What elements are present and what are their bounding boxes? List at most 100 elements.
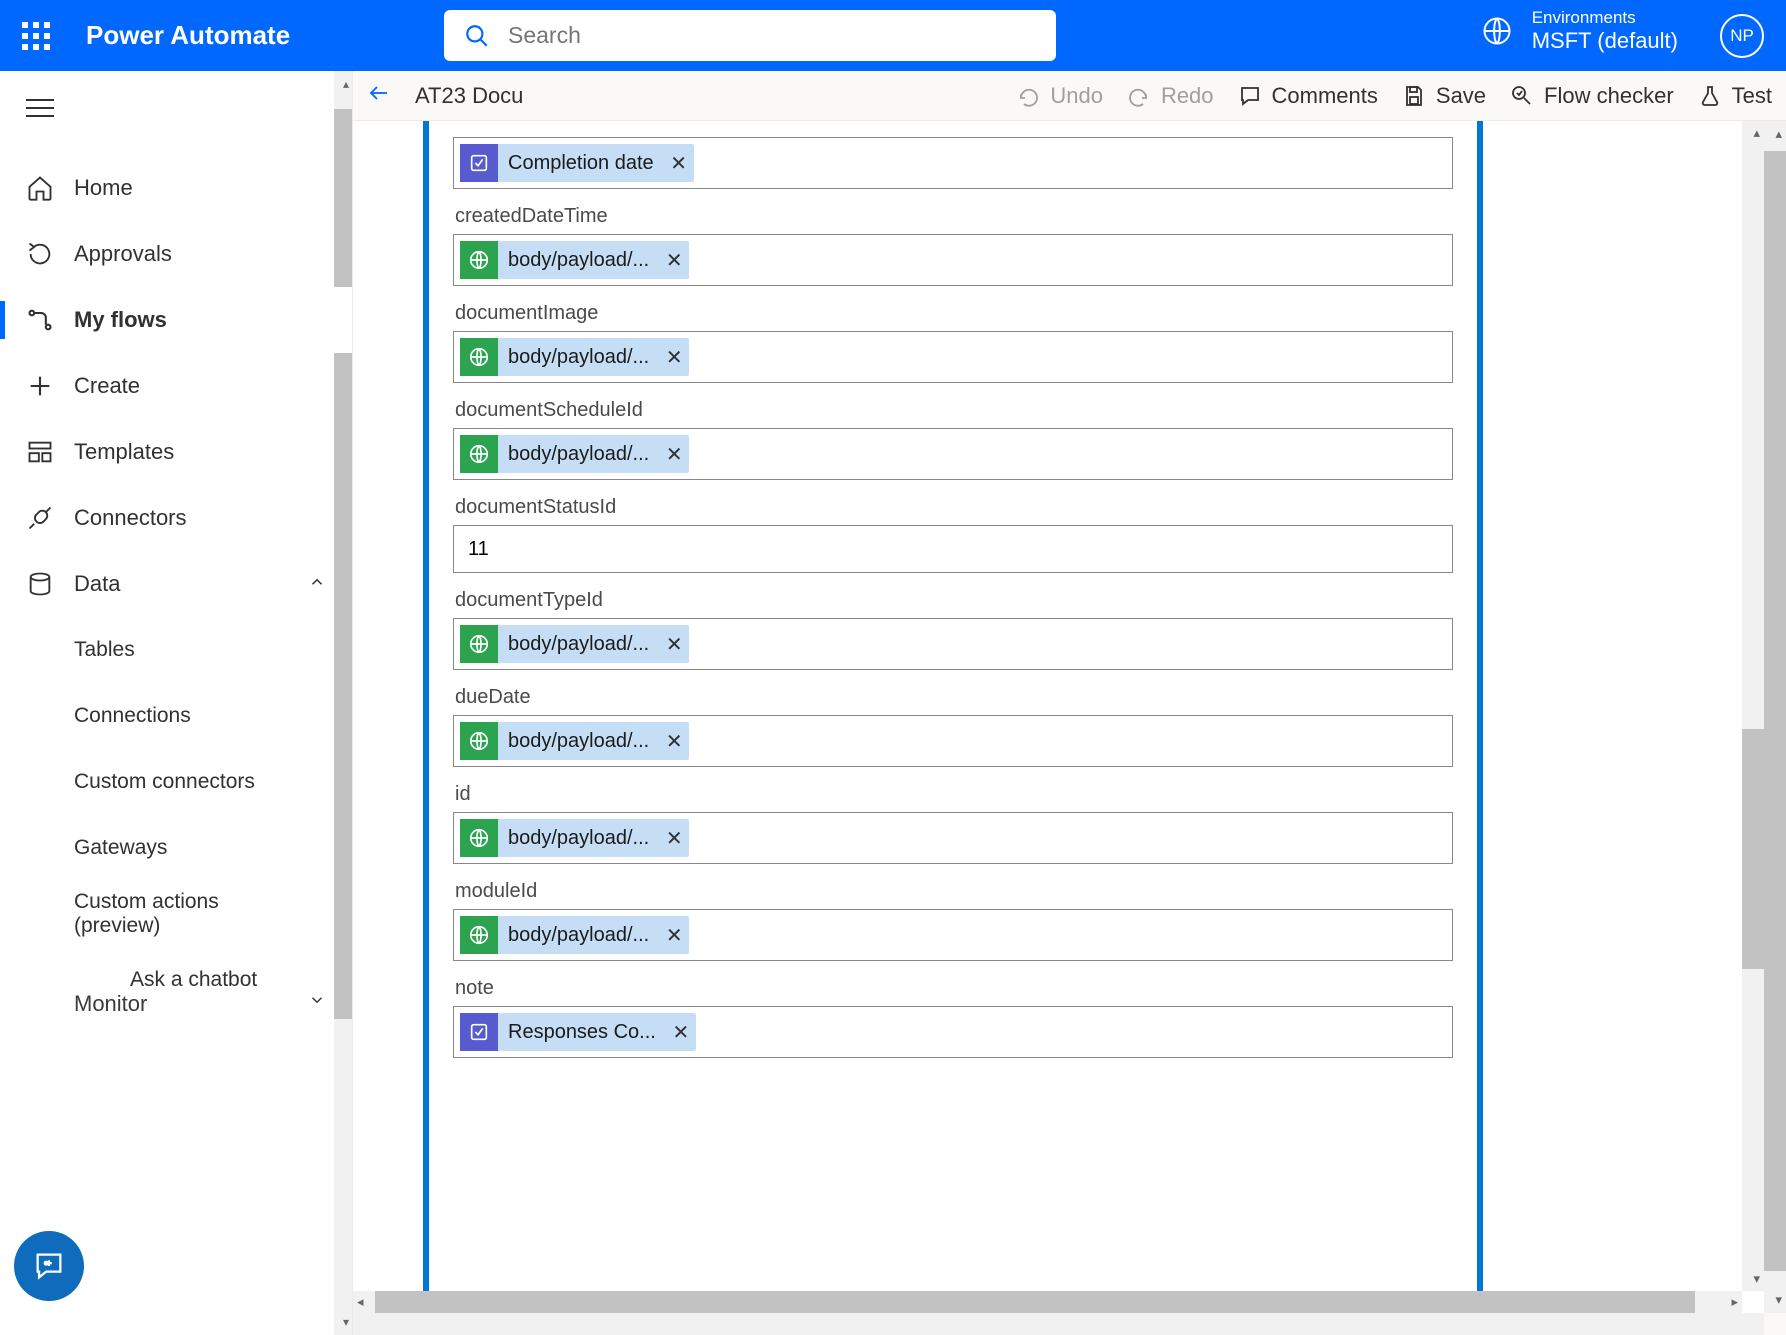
field-label: dueDate <box>455 686 1453 709</box>
token-text: Responses Co... <box>508 1021 656 1044</box>
dynamic-content-token[interactable]: Responses Co... ✕ <box>460 1013 696 1051</box>
database-icon <box>26 570 54 598</box>
remove-token-button[interactable]: ✕ <box>670 1020 692 1045</box>
brand-title[interactable]: Power Automate <box>86 20 290 51</box>
action-card: Completion date ✕ createdDateTime body/payl… <box>423 121 1483 1291</box>
test-button[interactable]: Test <box>1698 83 1772 109</box>
inner-h-scroll-thumb[interactable] <box>375 1291 1695 1313</box>
token-text: body/payload/... <box>508 443 649 466</box>
nav-subitem-custom-connectors[interactable]: Custom connectors <box>0 749 352 815</box>
token-text: body/payload/... <box>508 249 649 272</box>
scroll-down-arrow[interactable]: ▾ <box>1753 1271 1760 1287</box>
field-input[interactable]: body/payload/... ✕ <box>453 428 1453 480</box>
nav-subitem-gateways[interactable]: Gateways <box>0 815 352 881</box>
inner-v-scroll-track[interactable] <box>1742 121 1764 1291</box>
field-input[interactable]: body/payload/...✕ <box>453 618 1453 670</box>
field-label: documentStatusId <box>455 496 1453 519</box>
nav-label: Templates <box>74 439 174 465</box>
field-input[interactable]: body/payload/... ✕ <box>453 234 1453 286</box>
search-box[interactable] <box>444 10 1056 61</box>
back-button[interactable] <box>367 81 401 111</box>
nav-scrollbar-thumb[interactable] <box>334 109 352 1019</box>
outer-v-scroll-thumb[interactable] <box>1764 151 1786 1271</box>
field-input[interactable]: body/payload/...✕ <box>453 909 1453 961</box>
field-input[interactable]: body/payload/... ✕ <box>453 331 1453 383</box>
designer-canvas[interactable]: ▴ ▾ ◂ ▸ Completion date ✕ createdDateTime b… <box>353 121 1764 1313</box>
flows-icon <box>26 306 54 334</box>
http-icon <box>460 241 498 279</box>
dynamic-content-token[interactable]: body/payload/... ✕ <box>460 241 689 279</box>
remove-token-button[interactable]: ✕ <box>663 923 685 948</box>
token-text: body/payload/... <box>508 827 649 850</box>
remove-token-button[interactable]: ✕ <box>663 248 685 273</box>
flow-checker-button[interactable]: Flow checker <box>1510 83 1674 109</box>
undo-button[interactable]: Undo <box>1016 83 1103 109</box>
plus-icon <box>26 372 54 400</box>
dynamic-content-token[interactable]: body/payload/... ✕ <box>460 722 689 760</box>
forms-icon <box>460 144 498 182</box>
save-button[interactable]: Save <box>1402 83 1486 109</box>
field-input[interactable]: body/payload/... ✕ <box>453 812 1453 864</box>
dynamic-content-token[interactable]: body/payload/... ✕ <box>460 338 689 376</box>
chevron-down-icon <box>308 989 326 1015</box>
remove-token-button[interactable]: ✕ <box>663 345 685 370</box>
nav-label: Connectors <box>74 505 187 531</box>
nav-item-my-flows[interactable]: My flows <box>0 287 352 353</box>
chatbot-button[interactable] <box>14 1231 84 1301</box>
redo-button[interactable]: Redo <box>1127 83 1214 109</box>
dynamic-content-token[interactable]: body/payload/... ✕ <box>460 819 689 857</box>
field-input[interactable]: body/payload/... ✕ <box>453 715 1453 767</box>
dynamic-content-token[interactable]: Completion date ✕ <box>460 144 694 182</box>
nav-item-monitor[interactable]: Monitor <box>0 969 352 1035</box>
field-text-input[interactable] <box>458 530 1448 568</box>
scroll-right-arrow[interactable]: ▸ <box>1731 1294 1738 1310</box>
inner-v-scroll-thumb[interactable] <box>1742 729 1764 969</box>
remove-token-button[interactable]: ✕ <box>663 442 685 467</box>
field-label: createdDateTime <box>455 205 1453 228</box>
nav-item-connectors[interactable]: Connectors <box>0 485 352 551</box>
environment-picker[interactable]: Environments MSFT (default) <box>1482 8 1678 54</box>
app-launcher-icon[interactable] <box>22 22 50 50</box>
nav-item-home[interactable]: Home <box>0 155 352 221</box>
field-input[interactable]: Completion date ✕ <box>453 137 1453 189</box>
token-text: body/payload/... <box>508 346 649 369</box>
remove-token-button[interactable]: ✕ <box>663 632 685 657</box>
nav-item-create[interactable]: Create <box>0 353 352 419</box>
scroll-down-arrow[interactable]: ▾ <box>343 1315 349 1329</box>
field-label: id <box>455 783 1453 806</box>
remove-token-button[interactable]: ✕ <box>663 826 685 851</box>
comments-button[interactable]: Comments <box>1238 83 1378 109</box>
token-text: body/payload/... <box>508 730 649 753</box>
outer-h-scroll-track[interactable] <box>353 1313 1764 1335</box>
user-avatar[interactable]: NP <box>1720 14 1764 58</box>
scroll-up-arrow[interactable]: ▴ <box>1753 125 1760 141</box>
remove-token-button[interactable]: ✕ <box>668 151 690 176</box>
field-input[interactable] <box>453 525 1453 573</box>
scroll-up-arrow[interactable]: ▴ <box>1775 126 1782 142</box>
remove-token-button[interactable]: ✕ <box>663 729 685 754</box>
nav-item-templates[interactable]: Templates <box>0 419 352 485</box>
scroll-down-arrow[interactable]: ▾ <box>1775 1292 1782 1308</box>
dynamic-content-token[interactable]: body/payload/...✕ <box>460 916 689 954</box>
http-icon <box>460 338 498 376</box>
nav-subitem-tables[interactable]: Tables <box>0 617 352 683</box>
nav-item-approvals[interactable]: Approvals <box>0 221 352 287</box>
token-text: Completion date <box>508 152 654 175</box>
nav-label: Home <box>74 175 133 201</box>
dynamic-content-token[interactable]: body/payload/...✕ <box>460 625 689 663</box>
scroll-up-arrow[interactable]: ▴ <box>343 77 349 91</box>
field-input[interactable]: Responses Co... ✕ <box>453 1006 1453 1058</box>
nav-toggle-button[interactable] <box>0 71 352 145</box>
scroll-left-arrow[interactable]: ◂ <box>357 1294 364 1310</box>
main-area: AT23 Docu Undo Redo Comments Save Flow c… <box>353 71 1786 1335</box>
flow-title[interactable]: AT23 Docu <box>415 83 523 109</box>
nav-item-data[interactable]: Data <box>0 551 352 617</box>
nav-subitem-custom-actions[interactable]: Custom actions (preview) <box>0 881 352 947</box>
templates-icon <box>26 438 54 466</box>
nav-subitem-connections[interactable]: Connections <box>0 683 352 749</box>
field-label: moduleId <box>455 880 1453 903</box>
search-input[interactable] <box>508 22 1036 49</box>
dynamic-content-token[interactable]: body/payload/... ✕ <box>460 435 689 473</box>
http-icon <box>460 819 498 857</box>
approvals-icon <box>26 240 54 268</box>
